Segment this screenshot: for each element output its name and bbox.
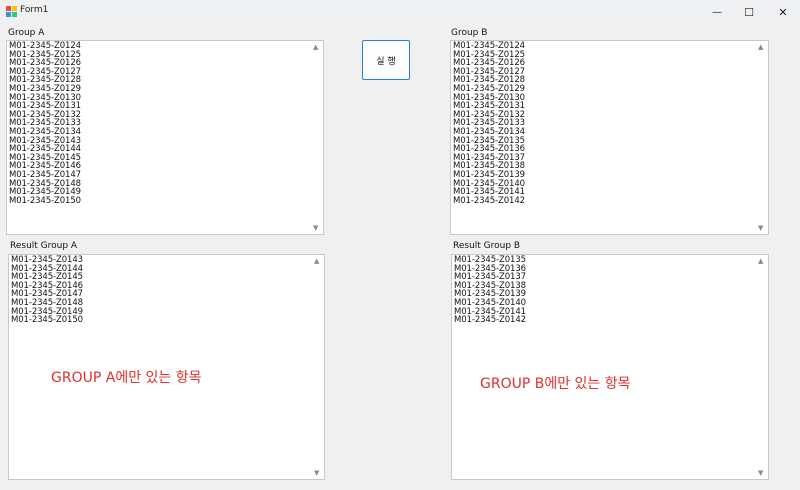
scroll-up-icon[interactable]: ▲ bbox=[314, 257, 319, 265]
group-b-scrollbar[interactable]: ▲ ▼ bbox=[755, 41, 768, 234]
group-b-listbox[interactable]: M01-2345-Z0124 M01-2345-Z0125 M01-2345-Z01… bbox=[450, 40, 769, 235]
result-group-a-listbox[interactable]: M01-2345-Z0143 M01-2345-Z0144 M01-2345-Z01… bbox=[8, 254, 325, 480]
minimize-icon: — bbox=[712, 6, 722, 18]
scroll-up-icon[interactable]: ▲ bbox=[758, 43, 763, 51]
close-button[interactable]: ✕ bbox=[766, 0, 800, 24]
group-b-items: M01-2345-Z0124 M01-2345-Z0125 M01-2345-Z01… bbox=[453, 42, 754, 205]
scroll-down-icon[interactable]: ▼ bbox=[758, 469, 763, 477]
scroll-up-icon[interactable]: ▲ bbox=[313, 43, 318, 51]
result-group-b-listbox[interactable]: M01-2345-Z0135 M01-2345-Z0136 M01-2345-Z01… bbox=[451, 254, 769, 480]
result-group-b-items: M01-2345-Z0135 M01-2345-Z0136 M01-2345-Z01… bbox=[454, 256, 754, 325]
result-group-a-annotation: GROUP A에만 있는 항목 bbox=[51, 370, 202, 386]
scroll-down-icon[interactable]: ▼ bbox=[313, 224, 318, 232]
result-group-a-scrollbar[interactable]: ▲ ▼ bbox=[311, 255, 324, 479]
list-item[interactable]: M01-2345-Z0150 bbox=[9, 197, 309, 206]
list-item[interactable]: M01-2345-Z0142 bbox=[453, 197, 754, 206]
maximize-button[interactable]: ☐ bbox=[732, 0, 766, 24]
app-icon bbox=[6, 6, 17, 17]
result-group-a-items: M01-2345-Z0143 M01-2345-Z0144 M01-2345-Z01… bbox=[11, 256, 310, 325]
result-group-b-annotation: GROUP B에만 있는 항목 bbox=[480, 376, 631, 392]
window-title: Form1 bbox=[20, 5, 49, 15]
minimize-button[interactable]: — bbox=[700, 0, 734, 24]
close-icon: ✕ bbox=[778, 5, 788, 19]
group-a-items: M01-2345-Z0124 M01-2345-Z0125 M01-2345-Z01… bbox=[9, 42, 309, 205]
run-button[interactable]: 실 행 bbox=[362, 40, 410, 80]
result-group-b-scrollbar[interactable]: ▲ ▼ bbox=[755, 255, 768, 479]
group-a-label: Group A bbox=[8, 28, 45, 38]
list-item[interactable]: M01-2345-Z0142 bbox=[454, 316, 754, 325]
scroll-up-icon[interactable]: ▲ bbox=[758, 257, 763, 265]
list-item[interactable]: M01-2345-Z0150 bbox=[11, 316, 310, 325]
maximize-icon: ☐ bbox=[744, 5, 754, 19]
title-bar[interactable]: Form1 — ☐ ✕ bbox=[0, 0, 800, 24]
group-a-scrollbar[interactable]: ▲ ▼ bbox=[310, 41, 323, 234]
group-a-listbox[interactable]: M01-2345-Z0124 M01-2345-Z0125 M01-2345-Z01… bbox=[6, 40, 324, 235]
scroll-down-icon[interactable]: ▼ bbox=[314, 469, 319, 477]
group-b-label: Group B bbox=[451, 28, 488, 38]
scroll-down-icon[interactable]: ▼ bbox=[758, 224, 763, 232]
result-group-a-label: Result Group A bbox=[10, 241, 78, 251]
result-group-b-label: Result Group B bbox=[453, 241, 521, 251]
